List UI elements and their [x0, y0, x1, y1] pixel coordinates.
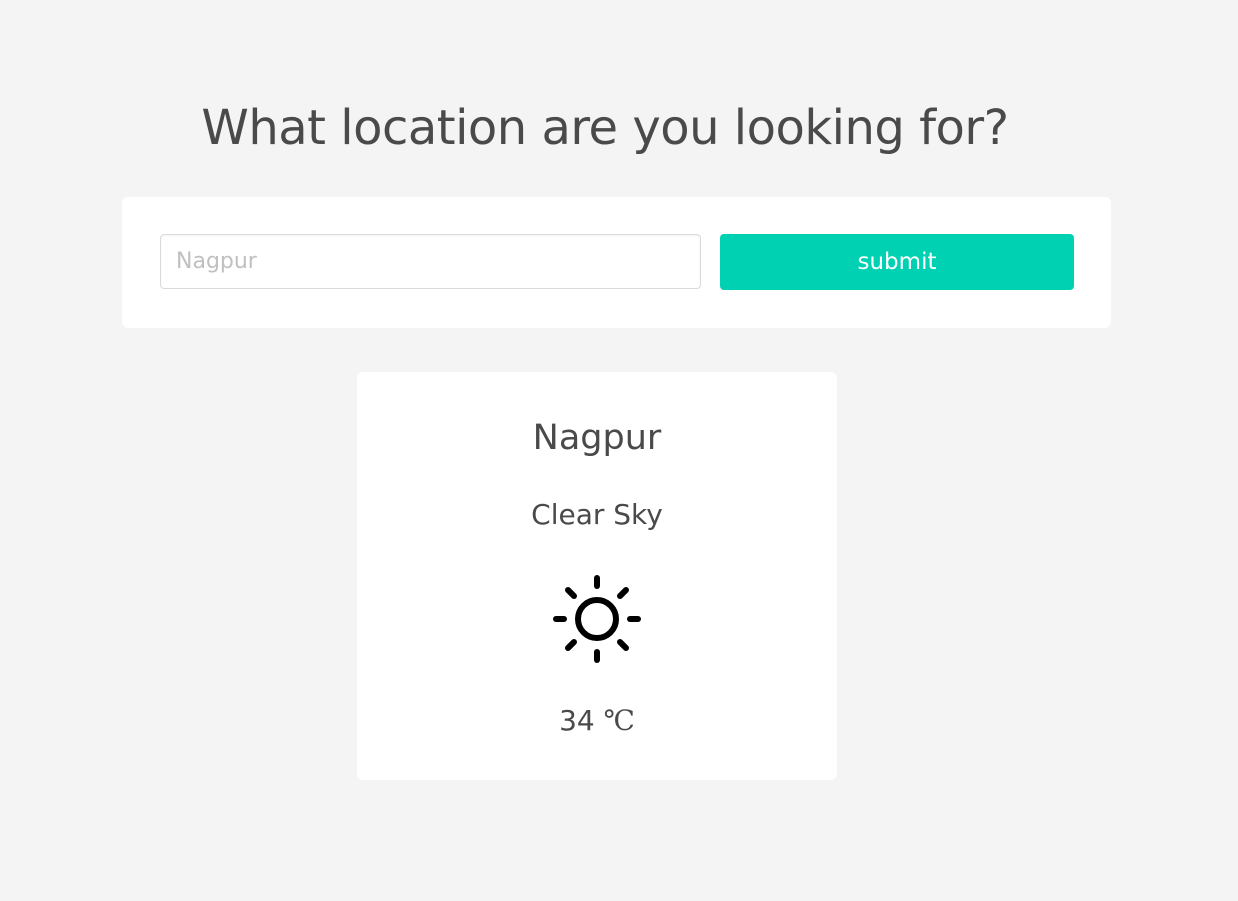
page-title: What location are you looking for? [201, 100, 1009, 156]
search-panel: submit [122, 197, 1111, 328]
weather-condition: Clear Sky [531, 498, 663, 531]
temperature-unit: ℃ [603, 704, 635, 737]
sun-icon [553, 575, 641, 663]
submit-button[interactable]: submit [720, 234, 1074, 290]
city-name: Nagpur [532, 418, 662, 458]
weather-card: Nagpur Clear Sky 34 ℃ [357, 372, 837, 780]
temperature: 34 ℃ [357, 703, 837, 739]
location-search-input[interactable] [160, 234, 701, 289]
temperature-value: 34 [559, 704, 595, 737]
